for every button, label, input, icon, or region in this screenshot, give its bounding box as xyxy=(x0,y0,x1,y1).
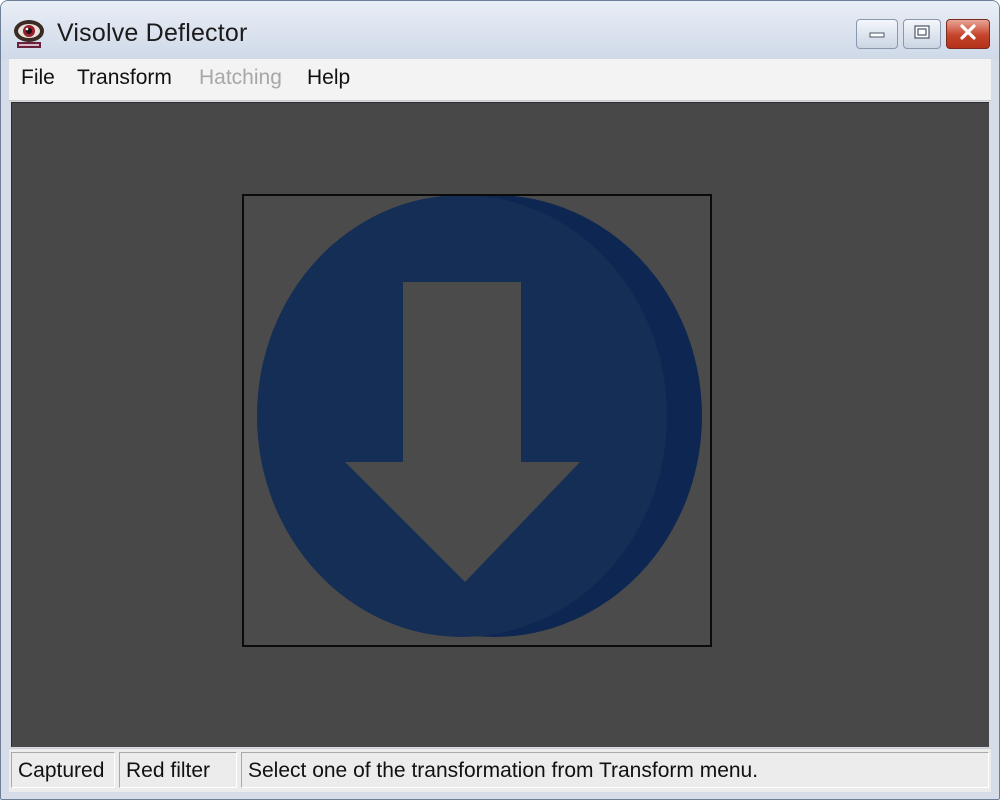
close-button[interactable] xyxy=(946,19,990,49)
close-icon xyxy=(958,23,978,46)
maximize-button[interactable] xyxy=(903,19,941,49)
menu-help[interactable]: Help xyxy=(305,66,352,90)
app-eye-icon[interactable] xyxy=(12,18,46,50)
captured-image xyxy=(242,194,712,647)
download-arrow-icon xyxy=(257,196,702,637)
menu-transform[interactable]: Transform xyxy=(75,66,174,90)
status-capture-state: Captured xyxy=(11,752,115,788)
menu-hatching-disabled: Hatching xyxy=(199,66,282,89)
window-title: Visolve Deflector xyxy=(57,19,248,47)
minimize-button[interactable] xyxy=(856,19,898,49)
menu-bar: File Transform Hatching Help xyxy=(9,59,991,101)
canvas-area[interactable] xyxy=(11,102,989,747)
maximize-icon xyxy=(913,24,931,45)
status-message: Select one of the transformation from Tr… xyxy=(241,752,989,788)
status-bar: Captured Red filter Select one of the tr… xyxy=(9,748,991,792)
minimize-icon xyxy=(868,25,886,44)
app-window: Visolve Deflector File Transform Hatchin… xyxy=(0,0,1000,800)
title-bar[interactable]: Visolve Deflector xyxy=(1,1,999,59)
menu-file[interactable]: File xyxy=(19,66,57,90)
status-filter-name: Red filter xyxy=(119,752,237,788)
